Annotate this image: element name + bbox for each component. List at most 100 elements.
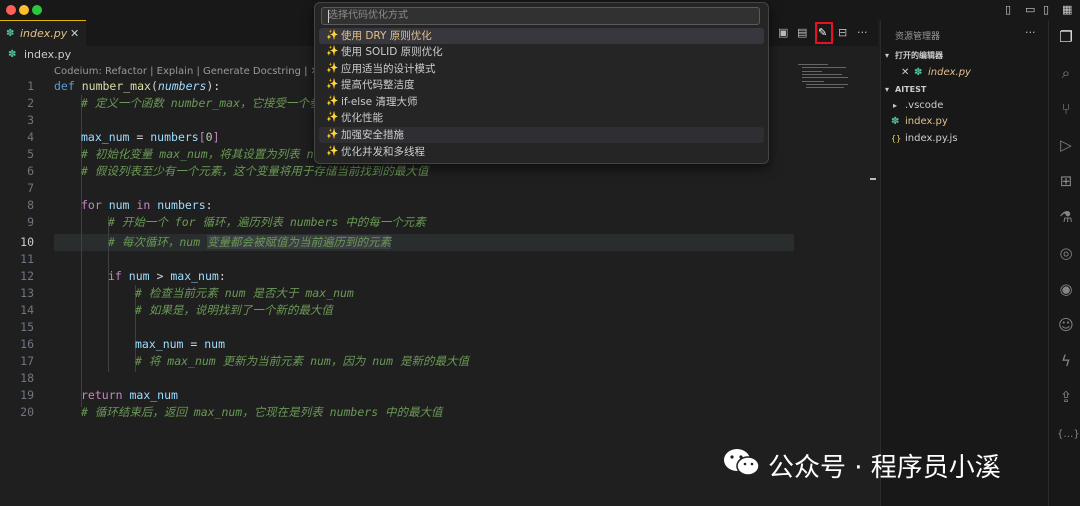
code-line: 12 if num > max_num:	[0, 268, 870, 285]
python-file-icon: ✽	[891, 116, 900, 127]
share-icon[interactable]: ⇪	[1057, 388, 1075, 406]
more-actions-icon[interactable]: ···	[1025, 26, 1036, 39]
quick-pick-item-security[interactable]: ✨ 加强安全措施	[319, 127, 764, 143]
toggle-secondary-sidebar-icon[interactable]: ▯	[1043, 3, 1049, 16]
tree-item-vscode[interactable]: ▸ .vscode	[881, 98, 1049, 114]
sparkles-icon: ✨	[326, 79, 339, 90]
open-editor-item[interactable]: ✕ ✽ index.py	[881, 65, 1049, 81]
toggle-primary-sidebar-icon[interactable]: ▯	[1005, 3, 1011, 16]
line-number: 7	[27, 181, 34, 195]
code-line: 20 # 循环结束后，返回 max_num，它现在是列表 numbers 中的最大…	[0, 404, 870, 421]
maximize-window-button[interactable]	[32, 5, 42, 15]
code-line: 15	[0, 319, 870, 336]
close-tab-icon[interactable]: ✕	[70, 27, 79, 40]
wechat-logo-icon	[724, 449, 760, 476]
line-number: 8	[27, 198, 34, 212]
quick-pick-item-dry[interactable]: ✨ 使用 DRY 原则优化	[319, 28, 764, 44]
line-number: 12	[20, 269, 34, 283]
tree-item-index-py-js[interactable]: {} index.py.js	[881, 131, 1049, 147]
open-editors-section[interactable]: ▾ 打开的编辑器	[881, 48, 1049, 64]
tab-index-py[interactable]: ✽ index.py ✕	[0, 20, 86, 46]
code-line: 6 # 假设列表至少有一个元素，这个变量将用于存储当前找到的最大值	[0, 163, 870, 180]
sparkles-icon: ✨	[326, 96, 339, 107]
split-editor-icon[interactable]: ⊟	[838, 26, 847, 39]
quick-pick-item-if-else[interactable]: ✨ if-else 清理大师	[319, 94, 764, 110]
code-line: 13 # 检查当前元素 num 是否大于 max_num	[0, 285, 870, 302]
extensions-icon[interactable]: ⊞	[1057, 172, 1075, 190]
tree-item-index-py[interactable]: ✽ index.py	[881, 114, 1049, 130]
toggle-panel-icon[interactable]: ▭	[1025, 3, 1035, 16]
line-number: 3	[27, 113, 34, 127]
line-number: 10	[20, 235, 34, 249]
quick-pick-input[interactable]: 选择代码优化方式	[321, 7, 760, 25]
activity-bar: ❐ ⌕ ⑂ ▷ ⊞ ⚗ ◎ ◉ ☺ ϟ ⇪ {…}	[1048, 20, 1080, 506]
line-number: 1	[27, 79, 34, 93]
codeium-codelens[interactable]: Codeium: Refactor | Explain | Generate D…	[54, 66, 319, 77]
quick-pick-item-solid[interactable]: ✨ 使用 SOLID 原则优化	[319, 44, 764, 60]
python-file-icon: ✽	[6, 28, 15, 39]
quick-pick-item-design-pattern[interactable]: ✨ 应用适当的设计模式	[319, 61, 764, 77]
chevron-down-icon: ▾	[885, 51, 890, 60]
selected-text: 变量都会被赋值为当前遍历到的元素	[207, 235, 392, 249]
text-caret	[328, 10, 329, 23]
sparkles-icon: ✨	[326, 146, 339, 157]
source-control-icon[interactable]: ⑂	[1057, 100, 1075, 118]
minimap[interactable]	[798, 64, 854, 92]
run-debug-icon[interactable]: ▷	[1057, 136, 1075, 154]
sparkles-icon: ✨	[326, 63, 339, 74]
code-line: 7	[0, 180, 870, 197]
breadcrumb-file[interactable]: index.py	[24, 48, 71, 61]
js-file-icon: {}	[891, 134, 902, 143]
explorer-sidebar: 资源管理器 ··· ▾ 打开的编辑器 ✕ ✽ index.py ▾ AITEST…	[880, 20, 1049, 506]
wechat-watermark: 公众号 · 程序员小溪	[722, 447, 1052, 483]
testing-icon[interactable]: ⚗	[1057, 208, 1075, 226]
code-line: 11	[0, 251, 870, 268]
open-preview-icon[interactable]: ▣	[778, 26, 788, 39]
chevron-right-icon: ▸	[893, 101, 898, 110]
code-line: 16 max_num = num	[0, 336, 870, 353]
line-number: 9	[27, 215, 34, 229]
minimize-window-button[interactable]	[19, 5, 29, 15]
sparkles-icon: ✨	[326, 30, 339, 41]
line-number: 18	[20, 371, 34, 385]
line-number: 13	[20, 286, 34, 300]
sparkles-icon: ✨	[326, 46, 339, 57]
json-icon[interactable]: {…}	[1057, 426, 1080, 444]
more-actions-icon[interactable]: ···	[857, 26, 868, 39]
code-line: 9 # 开始一个 for 循环，遍历列表 numbers 中的每一个元素	[0, 214, 870, 231]
quick-pick-item-clean[interactable]: ✨ 提高代码整洁度	[319, 77, 764, 93]
code-line: 14 # 如果是，说明找到了一个新的最大值	[0, 302, 870, 319]
workspace-section[interactable]: ▾ AITEST	[881, 82, 1049, 98]
document-icon[interactable]: ▤	[797, 26, 807, 39]
python-file-icon: ✽	[914, 67, 923, 78]
robot-icon[interactable]: ☺	[1057, 316, 1075, 334]
bolt-icon[interactable]: ϟ	[1057, 352, 1075, 370]
scrollbar-marker[interactable]	[870, 178, 876, 180]
quick-pick-item-concurrency[interactable]: ✨ 优化并发和多线程	[319, 144, 764, 160]
explorer-icon[interactable]: ❐	[1057, 28, 1075, 46]
python-file-icon: ✽	[8, 49, 17, 60]
code-line: 18	[0, 370, 870, 387]
line-number: 11	[20, 252, 34, 266]
close-icon[interactable]: ✕	[901, 65, 909, 81]
chevron-down-icon: ▾	[885, 85, 890, 94]
code-line: 19 return max_num	[0, 387, 870, 404]
sparkles-icon: ✨	[326, 112, 339, 123]
code-line-current: 10 # 每次循环，num 变量都会被赋值为当前遍历到的元素	[0, 234, 870, 251]
codeium-icon[interactable]: ◉	[1057, 280, 1075, 298]
search-icon[interactable]: ⌕	[1057, 64, 1075, 82]
remote-icon[interactable]: ◎	[1057, 244, 1075, 262]
line-number: 19	[20, 388, 34, 402]
code-line: 8 for num in numbers:	[0, 197, 870, 214]
line-number: 20	[20, 405, 34, 419]
tab-label: index.py	[20, 27, 68, 40]
customize-layout-icon[interactable]: ▦	[1062, 3, 1072, 16]
quick-pick-item-performance[interactable]: ✨ 优化性能	[319, 110, 764, 126]
watermark-text: 公众号 · 程序员小溪	[768, 453, 1001, 483]
close-window-button[interactable]	[6, 5, 16, 15]
code-line: 17 # 将 max_num 更新为当前元素 num，因为 num 是新的最大值	[0, 353, 870, 370]
refactor-quick-pick: 选择代码优化方式 ✨ 使用 DRY 原则优化 ✨ 使用 SOLID 原则优化 ✨ 应用…	[314, 2, 769, 164]
highlight-annotation	[815, 22, 833, 44]
sparkles-icon: ✨	[326, 129, 339, 140]
line-number: 6	[27, 164, 34, 178]
